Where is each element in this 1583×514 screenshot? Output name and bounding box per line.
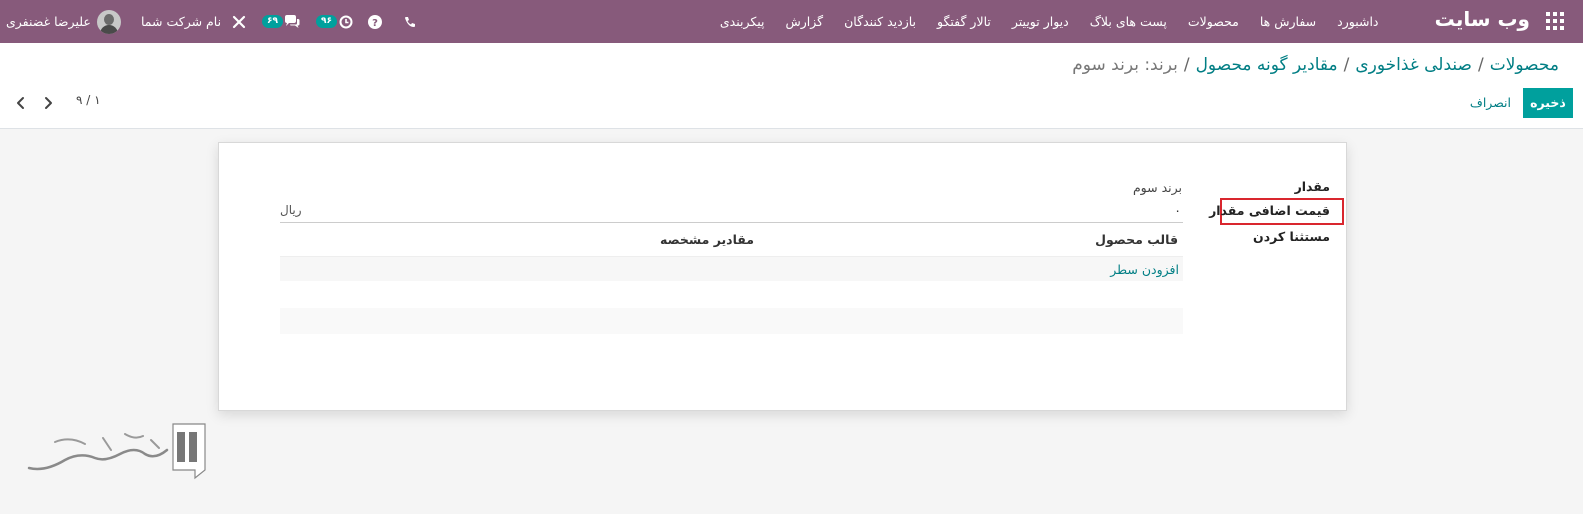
breadcrumb: محصولات / صندلی غذاخوری / مقادیر گونه مح… xyxy=(1072,55,1559,75)
breadcrumb-separator: / xyxy=(1183,55,1190,75)
menu-item-orders[interactable]: سفارش ها xyxy=(1249,14,1326,29)
breadcrumb-item-product[interactable]: صندلی غذاخوری xyxy=(1355,55,1472,75)
chat-icon xyxy=(285,14,300,28)
column-header-attribute-values[interactable]: مقادیر مشخصه xyxy=(660,232,754,247)
company-switcher[interactable]: نام شرکت شما xyxy=(141,0,221,43)
app-title[interactable]: وب سایت xyxy=(1435,7,1530,31)
breadcrumb-separator: / xyxy=(1477,55,1484,75)
breadcrumb-item-variant-values[interactable]: مقادیر گونه محصول xyxy=(1196,55,1338,75)
value-label: مقدار xyxy=(1294,179,1330,194)
user-menu[interactable]: علیرضا غضنفری xyxy=(6,0,121,43)
messages-badge: ۶۹ xyxy=(262,15,283,28)
menu-item-reporting[interactable]: گزارش xyxy=(775,14,834,29)
extra-price-value: ۰ xyxy=(1174,203,1181,218)
user-avatar xyxy=(96,9,121,34)
watermark-logo xyxy=(27,423,206,480)
user-name: علیرضا غضنفری xyxy=(6,14,91,29)
add-line-button[interactable]: افزودن سطر xyxy=(1110,262,1179,277)
voip-button[interactable] xyxy=(404,0,416,43)
column-header-product-template[interactable]: قالب محصول xyxy=(1095,232,1178,247)
svg-text:?: ? xyxy=(372,18,378,29)
extra-price-input[interactable]: ۰ ریال xyxy=(280,201,1183,223)
menu-item-blog-posts[interactable]: پست های بلاگ xyxy=(1079,14,1177,29)
breadcrumb-separator: / xyxy=(1343,55,1350,75)
activities-button[interactable]: ۹۶ xyxy=(316,0,353,43)
menu-item-visitors[interactable]: بازدید کنندگان xyxy=(834,14,927,29)
value-name-field[interactable]: برند سوم xyxy=(1133,180,1182,195)
menu-item-dashboard[interactable]: داشبورد xyxy=(1327,14,1389,29)
exclude-label: مستثنا کردن xyxy=(1253,229,1330,244)
currency-label: ریال xyxy=(280,203,302,217)
help-button[interactable]: ? xyxy=(368,0,382,43)
tools-icon xyxy=(232,15,246,28)
apps-menu-icon[interactable] xyxy=(1545,12,1565,30)
menu-item-twitter-wall[interactable]: دیوار توییتر xyxy=(1001,14,1079,29)
menu-item-products[interactable]: محصولات xyxy=(1177,14,1249,29)
main-menu: داشبورد سفارش ها محصولات پست های بلاگ دی… xyxy=(709,0,1389,43)
top-navbar: وب سایت داشبورد سفارش ها محصولات پست های… xyxy=(0,0,1583,43)
save-button[interactable]: ذخیره xyxy=(1523,88,1573,118)
menu-item-forum[interactable]: تالار گفتگو xyxy=(927,14,1002,29)
systray: علیرضا غضنفری نام شرکت شما ۶۹ ۹۶ ? xyxy=(0,0,430,43)
debug-tools-icon[interactable] xyxy=(232,0,246,43)
pager-next-button[interactable] xyxy=(40,95,56,111)
company-name: نام شرکت شما xyxy=(141,14,222,29)
menu-item-configuration[interactable]: پیکربندی xyxy=(709,14,775,29)
breadcrumb-item-products[interactable]: محصولات xyxy=(1490,55,1559,75)
help-icon: ? xyxy=(368,14,382,29)
breadcrumb-current: برند: برند سوم xyxy=(1072,55,1178,75)
table-row xyxy=(280,308,1183,334)
form-sheet: مقدار قیمت اضافی مقدار مستثنا کردن برند … xyxy=(218,142,1347,411)
pager-value[interactable]: ۹ / ۱ xyxy=(76,93,101,107)
control-panel: محصولات / صندلی غذاخوری / مقادیر گونه مح… xyxy=(0,43,1583,129)
table-row: افزودن سطر xyxy=(280,256,1183,281)
messages-button[interactable]: ۶۹ xyxy=(262,0,300,43)
clock-icon xyxy=(339,15,353,28)
pager-previous-button[interactable] xyxy=(13,95,29,111)
discard-button[interactable]: انصراف xyxy=(1470,88,1511,118)
extra-price-label: قیمت اضافی مقدار xyxy=(1209,203,1330,218)
phone-icon xyxy=(405,16,415,27)
activities-badge: ۹۶ xyxy=(316,15,337,28)
